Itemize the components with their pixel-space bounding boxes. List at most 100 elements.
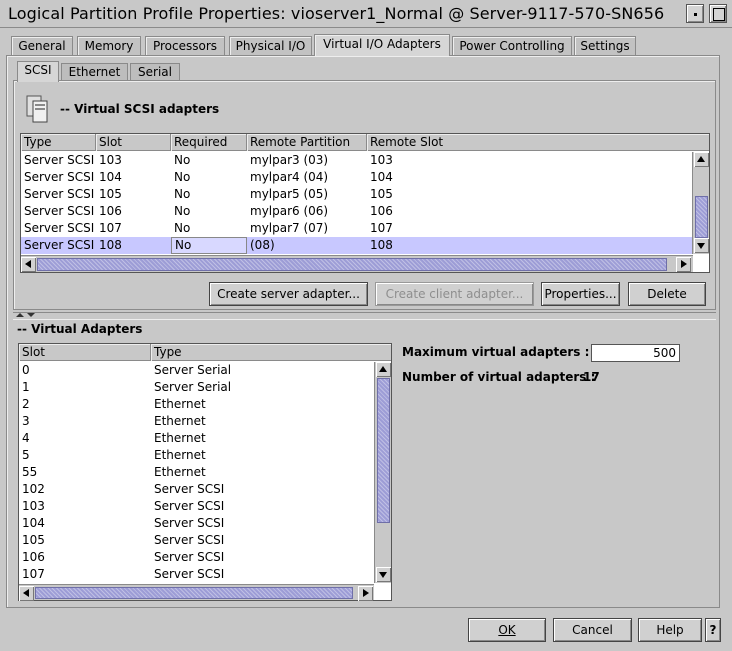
table-cell: No xyxy=(174,221,191,235)
num-virtual-adapters-label: Number of virtual adapters : xyxy=(402,370,596,384)
ok-button[interactable]: OK xyxy=(468,618,546,642)
scroll-left-arrow-icon[interactable] xyxy=(21,257,36,272)
column-header-type[interactable]: Type xyxy=(21,134,96,151)
scsi-horizontal-scrollbar[interactable] xyxy=(21,255,693,272)
table-cell: Server SCSI xyxy=(24,170,95,184)
create-client-adapter-button[interactable]: Create client adapter... xyxy=(375,282,534,306)
table-cell: 108 xyxy=(370,238,393,252)
tab-processors[interactable]: Processors xyxy=(145,36,225,55)
scroll-right-arrow-icon[interactable] xyxy=(676,257,691,272)
create-server-adapter-button[interactable]: Create server adapter... xyxy=(209,282,368,306)
table-cell: 1 xyxy=(22,380,30,394)
column-header-remote-partition[interactable]: Remote Partition xyxy=(247,134,367,151)
maximize-button[interactable] xyxy=(709,4,727,23)
ok-button-label: OK xyxy=(498,623,516,637)
table-cell: Server SCSI xyxy=(154,482,225,496)
virtual-adapters-table[interactable]: Slot Type 0 Server Serial 1 Server Serial 2 E… xyxy=(18,343,392,601)
list-item[interactable]: 105 Server SCSI xyxy=(19,532,374,549)
list-item[interactable]: 103 Server SCSI xyxy=(19,498,374,515)
subtab-scsi[interactable]: SCSI xyxy=(17,61,59,82)
help-button[interactable]: Help xyxy=(638,618,702,642)
window-title: Logical Partition Profile Properties: vi… xyxy=(8,4,665,23)
table-cell: Server SCSI xyxy=(24,153,95,167)
table-row[interactable]: Server SCSI 108 No (08) 108 xyxy=(21,237,693,254)
cancel-button[interactable]: Cancel xyxy=(553,618,632,642)
table-cell: 104 xyxy=(99,170,122,184)
table-row[interactable]: Server SCSI 105 No mylpar5 (05) 105 xyxy=(21,186,693,203)
column-header-slot[interactable]: Slot xyxy=(96,134,171,151)
table-cell: 105 xyxy=(370,187,393,201)
va-horizontal-scrollbar[interactable] xyxy=(19,584,374,601)
tab-memory[interactable]: Memory xyxy=(77,36,141,55)
subtab-serial[interactable]: Serial xyxy=(130,63,180,81)
column-header-required[interactable]: Required xyxy=(171,134,247,151)
list-item[interactable]: 4 Ethernet xyxy=(19,430,374,447)
table-cell: Server SCSI xyxy=(24,221,95,235)
context-help-button[interactable]: ? xyxy=(705,618,721,642)
table-cell: 105 xyxy=(22,533,45,547)
collapse-up-icon[interactable] xyxy=(16,313,24,317)
tab-physical-io[interactable]: Physical I/O xyxy=(229,36,312,55)
table-cell: No xyxy=(174,204,191,218)
tab-power-controlling[interactable]: Power Controlling xyxy=(452,36,572,55)
list-item[interactable]: 3 Ethernet xyxy=(19,413,374,430)
table-cell: Ethernet xyxy=(154,465,206,479)
pane-splitter[interactable] xyxy=(13,312,716,320)
table-cell: Ethernet xyxy=(154,448,206,462)
tab-virtual-io-adapters[interactable]: Virtual I/O Adapters xyxy=(314,34,450,56)
scsi-vertical-scrollbar[interactable] xyxy=(692,152,709,254)
list-item[interactable]: 102 Server SCSI xyxy=(19,481,374,498)
list-item[interactable]: 106 Server SCSI xyxy=(19,549,374,566)
scroll-down-arrow-icon[interactable] xyxy=(376,567,391,582)
scsi-adapters-table[interactable]: Type Slot Required Remote Partition Remo… xyxy=(20,133,710,273)
scroll-thumb[interactable] xyxy=(35,587,353,599)
scroll-thumb[interactable] xyxy=(37,258,667,271)
scroll-left-arrow-icon[interactable] xyxy=(19,586,34,601)
list-item[interactable]: 1 Server Serial xyxy=(19,379,374,396)
tab-settings[interactable]: Settings xyxy=(574,36,636,55)
table-cell: No xyxy=(174,153,191,167)
table-cell: 5 xyxy=(22,448,30,462)
scroll-thumb[interactable] xyxy=(695,196,708,238)
table-row[interactable]: Server SCSI 104 No mylpar4 (04) 104 xyxy=(21,169,693,186)
scroll-thumb[interactable] xyxy=(377,378,390,523)
list-item[interactable]: 5 Ethernet xyxy=(19,447,374,464)
list-item[interactable]: 2 Ethernet xyxy=(19,396,374,413)
table-cell: mylpar4 (04) xyxy=(250,170,329,184)
scroll-down-arrow-icon[interactable] xyxy=(694,238,709,253)
table-cell: 105 xyxy=(99,187,122,201)
table-cell: 55 xyxy=(22,465,38,479)
table-cell: 107 xyxy=(22,567,45,581)
table-cell: Server SCSI xyxy=(154,516,225,530)
table-cell: Server SCSI xyxy=(24,187,95,201)
table-row[interactable]: Server SCSI 107 No mylpar7 (07) 107 xyxy=(21,220,693,237)
table-row[interactable]: Server SCSI 103 No mylpar3 (03) 103 xyxy=(21,152,693,169)
va-vertical-scrollbar[interactable] xyxy=(374,362,391,583)
minimize-button[interactable] xyxy=(686,4,704,23)
tab-general[interactable]: General xyxy=(11,36,73,55)
column-header-type[interactable]: Type xyxy=(151,344,391,361)
table-row[interactable]: Server SCSI 106 No mylpar6 (06) 106 xyxy=(21,203,693,220)
list-item[interactable]: 55 Ethernet xyxy=(19,464,374,481)
table-cell: mylpar3 (03) xyxy=(250,153,329,167)
list-item[interactable]: 107 Server SCSI xyxy=(19,566,374,583)
list-item[interactable]: 104 Server SCSI xyxy=(19,515,374,532)
table-cell: Ethernet xyxy=(154,397,206,411)
collapse-down-icon[interactable] xyxy=(27,313,35,317)
table-cell: mylpar7 (07) xyxy=(250,221,329,235)
table-cell: 106 xyxy=(370,204,393,218)
table-cell: 103 xyxy=(22,499,45,513)
column-header-slot[interactable]: Slot xyxy=(19,344,151,361)
table-cell: 103 xyxy=(99,153,122,167)
subtab-ethernet[interactable]: Ethernet xyxy=(61,63,128,81)
list-item[interactable]: 0 Server Serial xyxy=(19,362,374,379)
scroll-right-arrow-icon[interactable] xyxy=(358,586,373,601)
delete-button[interactable]: Delete xyxy=(628,282,706,306)
max-virtual-adapters-input[interactable]: 500 xyxy=(591,344,680,362)
scroll-up-arrow-icon[interactable] xyxy=(694,152,709,167)
title-bar[interactable]: Logical Partition Profile Properties: vi… xyxy=(0,0,732,28)
virtual-scsi-adapters-heading: -- Virtual SCSI adapters xyxy=(60,102,220,116)
column-header-remote-slot[interactable]: Remote Slot xyxy=(367,134,709,151)
properties-button[interactable]: Properties... xyxy=(541,282,620,306)
scroll-up-arrow-icon[interactable] xyxy=(376,362,391,377)
